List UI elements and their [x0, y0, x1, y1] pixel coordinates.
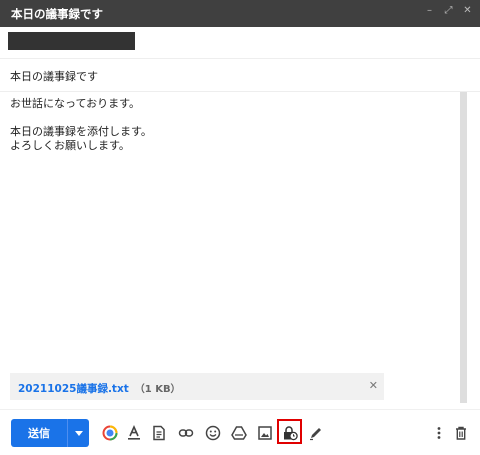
send-button-group: 送信 [11, 419, 89, 447]
attach-file-icon[interactable] [150, 424, 168, 442]
message-body[interactable]: お世話になっております。 本日の議事録を添付します。 よろしくお願いします。 [10, 97, 450, 153]
emoji-icon[interactable] [204, 424, 222, 442]
text-format-icon[interactable] [125, 424, 143, 442]
compose-title-bar[interactable]: 本日の議事録です – ⤢ ✕ [0, 0, 480, 27]
insert-link-icon[interactable] [177, 424, 195, 442]
body-line [10, 111, 450, 125]
signature-icon[interactable] [307, 424, 325, 442]
close-icon[interactable]: ✕ [463, 5, 472, 16]
subject-text: 本日の議事録です [10, 70, 98, 83]
attachment-chip[interactable]: 20211025議事録.txt （1 KB） ✕ [10, 373, 384, 400]
minimize-icon[interactable]: – [425, 5, 434, 16]
body-scrollbar[interactable] [460, 92, 467, 403]
attachment-size: （1 KB） [134, 384, 181, 395]
confidential-mode-icon[interactable] [281, 424, 299, 442]
toolbar-divider [0, 409, 480, 410]
body-line: よろしくお願いします。 [10, 139, 130, 152]
recipient-redacted [8, 32, 135, 50]
body-line: お世話になっております。 [10, 97, 141, 110]
remove-attachment-icon[interactable]: ✕ [369, 379, 378, 392]
insert-photo-icon[interactable] [256, 424, 274, 442]
more-options-icon[interactable] [430, 424, 448, 442]
recipients-field[interactable] [0, 27, 480, 59]
send-button[interactable]: 送信 [11, 419, 67, 447]
attachment-filename-text: 20211025議事録.txt [18, 383, 129, 395]
expand-icon[interactable]: ⤢ [444, 5, 453, 16]
subject-field[interactable]: 本日の議事録です [0, 59, 480, 92]
body-line: 本日の議事録を添付します。 [10, 125, 152, 138]
attachment-filename[interactable]: 20211025議事録.txt （1 KB） [18, 380, 181, 396]
discard-draft-icon[interactable] [452, 424, 470, 442]
send-options-icon[interactable] [67, 419, 89, 447]
compose-window-title: 本日の議事録です [11, 7, 103, 21]
formatting-options-icon[interactable] [101, 424, 119, 442]
google-drive-icon[interactable] [230, 424, 248, 442]
